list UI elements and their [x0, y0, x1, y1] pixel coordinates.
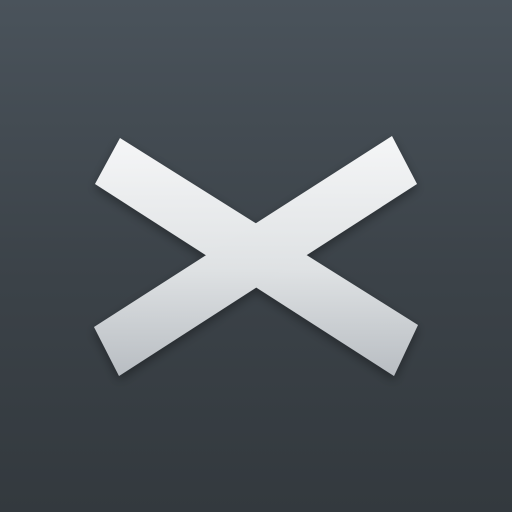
app-icon: [0, 0, 512, 512]
x-cross-icon: [94, 136, 418, 376]
